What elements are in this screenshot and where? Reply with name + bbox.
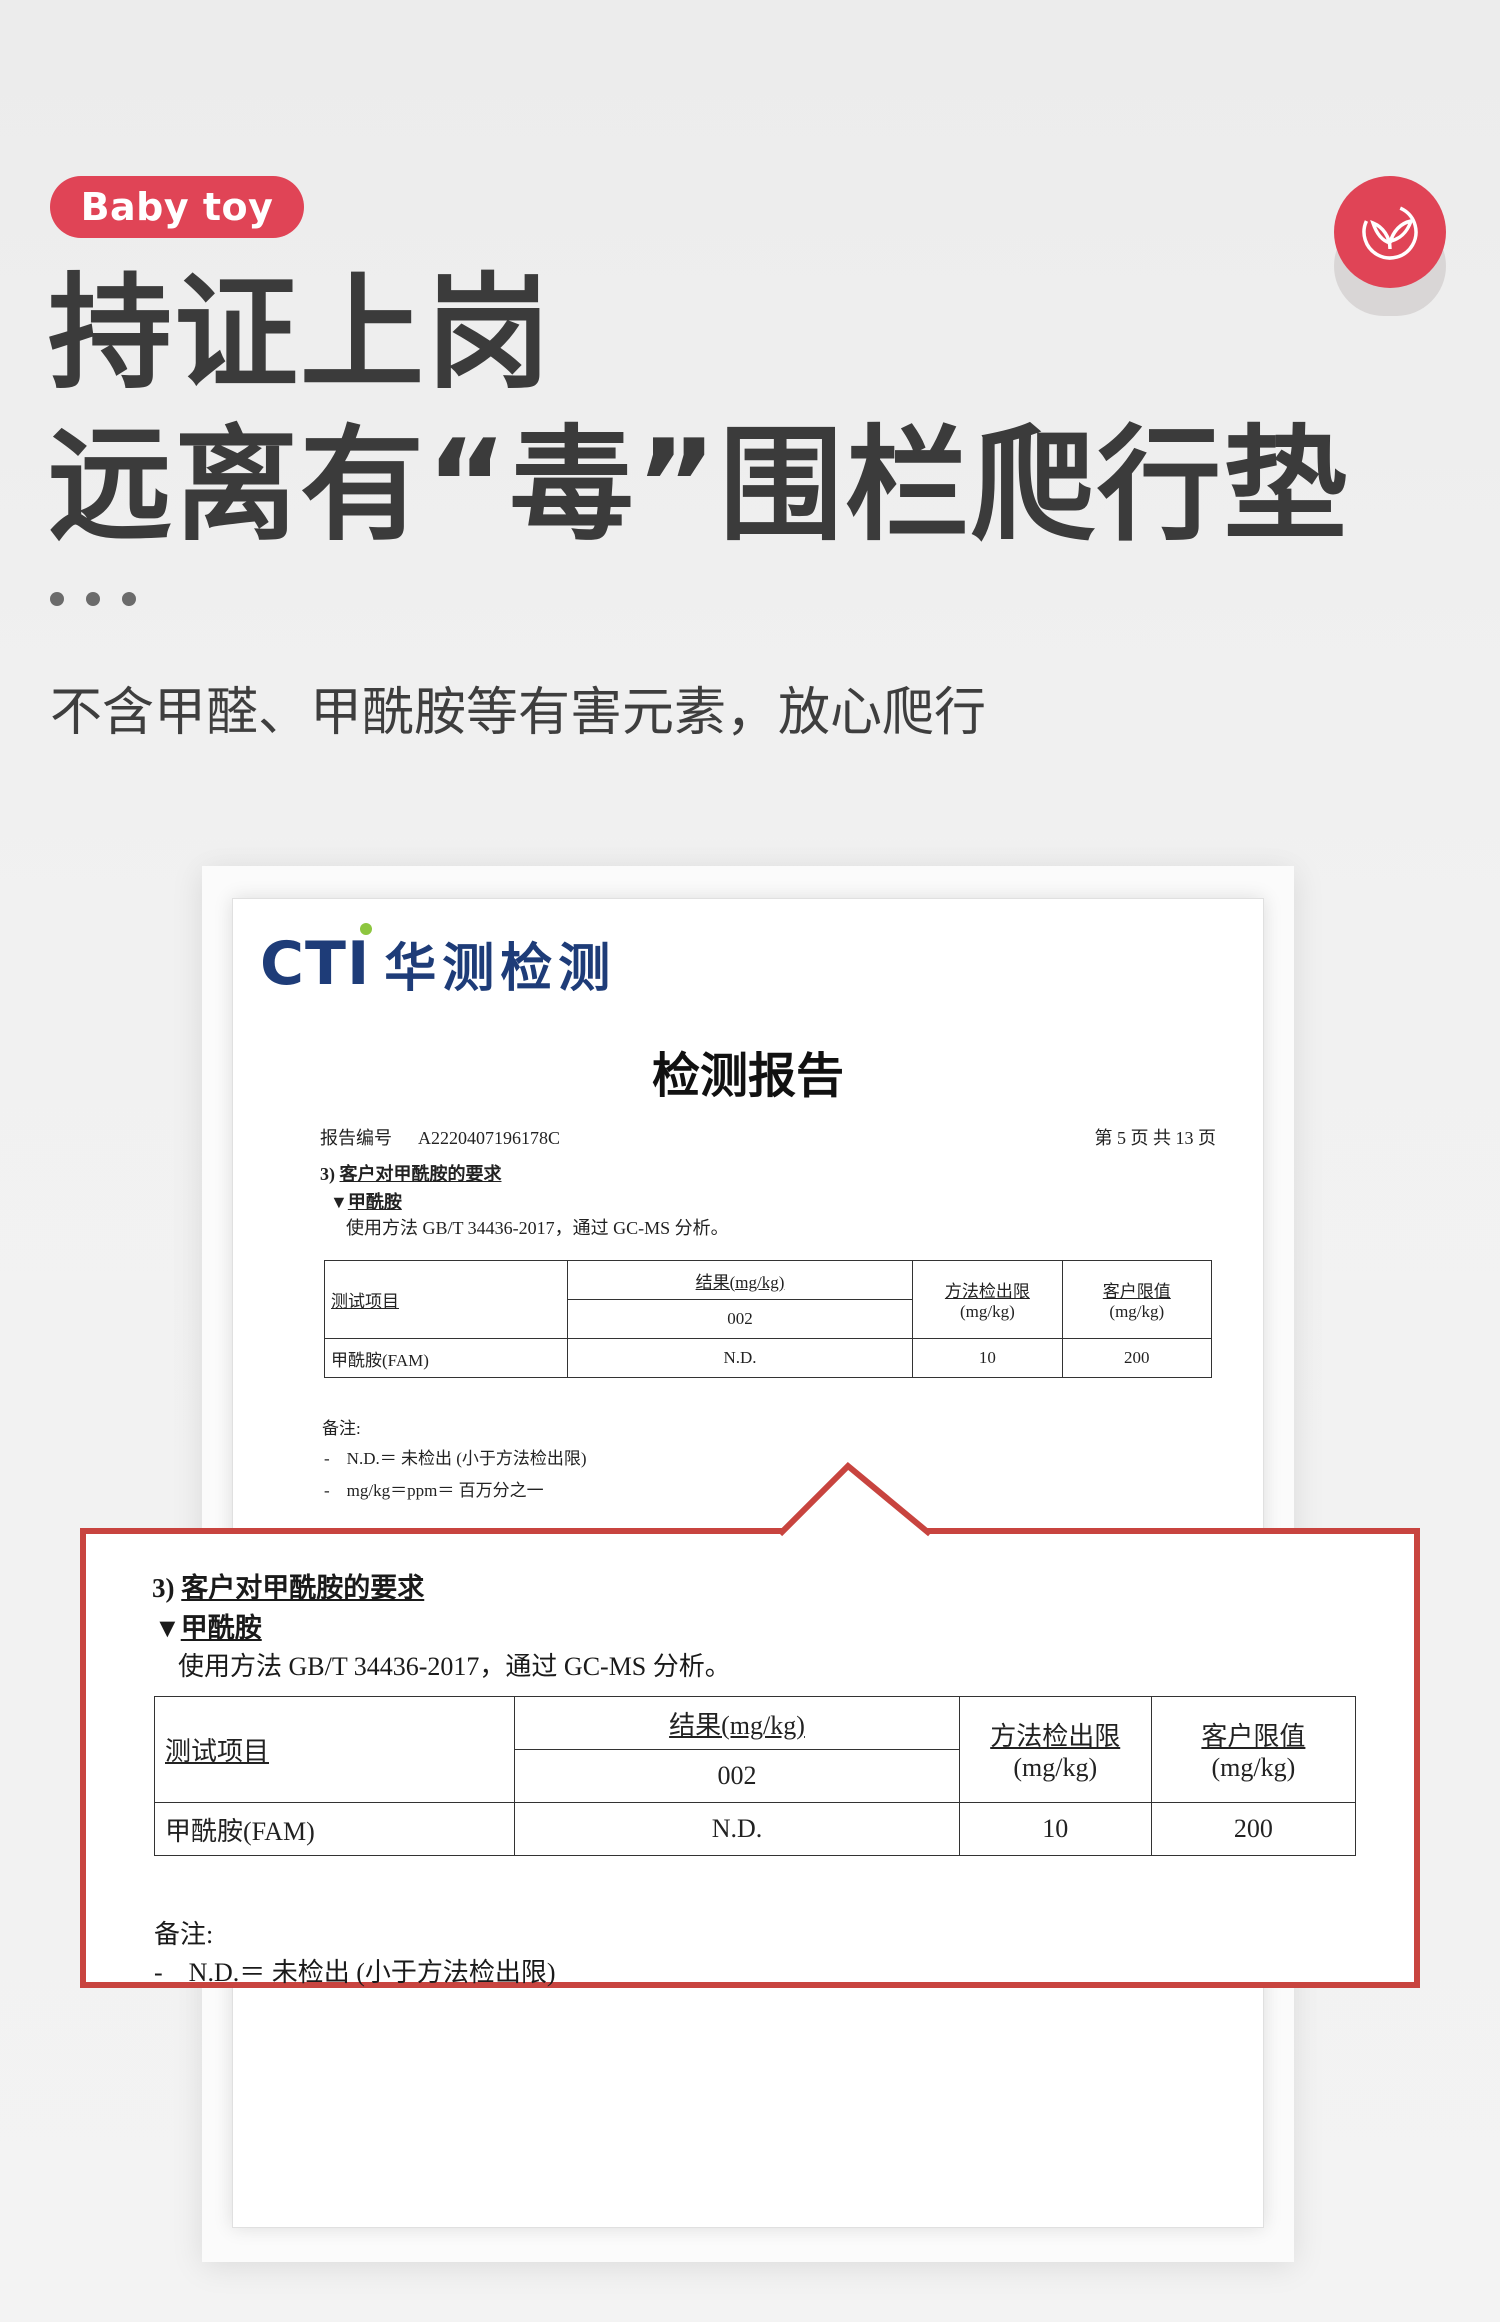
subtitle: 不含甲醛、甲酰胺等有害元素，放心爬行 — [50, 683, 987, 743]
zoom-sub-heading: ▼甲酰胺 — [154, 1613, 262, 1643]
notes-label: 备注: — [322, 1419, 361, 1438]
zoom-callout: 3) 客户对甲酰胺的要求 ▼甲酰胺 使用方法 GB/T 34436-2017，通… — [80, 1528, 1420, 1988]
leaf-icon — [1334, 176, 1446, 288]
zoom-method-text: 使用方法 GB/T 34436-2017，通过 GC-MS 分析。 — [178, 1652, 731, 1681]
note-2: - mg/kg＝ppm＝ 百万分之一 — [324, 1481, 544, 1500]
zoom-section-heading: 3) 客户对甲酰胺的要求 — [152, 1573, 425, 1603]
dots-divider — [50, 592, 136, 606]
cti-logo: CTI 华测检测 — [260, 922, 616, 1001]
headline-line2: 远离有“毒”围栏爬行垫 — [48, 414, 1349, 558]
zoom-notes-label: 备注: — [154, 1920, 214, 1949]
zoom-results-table: 测试项目 结果(mg/kg) 方法检出限 (mg/kg) 客户限值 (mg/kg) … — [153, 1696, 1357, 1856]
headline-line1: 持证上岗 — [48, 262, 553, 406]
note-1: - N.D.＝ 未检出 (小于方法检出限) — [324, 1449, 587, 1468]
sub-heading: ▼甲酰胺 — [330, 1192, 402, 1212]
section-heading: 3) 客户对甲酰胺的要求 — [320, 1164, 502, 1184]
report-title: 检测报告 — [651, 1048, 844, 1104]
report-number: 报告编号 A2220407196178C — [320, 1128, 561, 1148]
page-info: 第 5 页 共 13 页 — [1094, 1128, 1217, 1148]
corner-badge — [1334, 176, 1446, 324]
category-badge: Baby toy — [50, 176, 304, 238]
zoom-note-1: - N.D.＝ 未检出 (小于方法检出限) — [154, 1958, 556, 1987]
method-text: 使用方法 GB/T 34436-2017，通过 GC-MS 分析。 — [346, 1218, 729, 1238]
results-table: 测试项目 结果(mg/kg) 方法检出限 (mg/kg) 客户限值 (mg/kg) … — [324, 1260, 1213, 1378]
